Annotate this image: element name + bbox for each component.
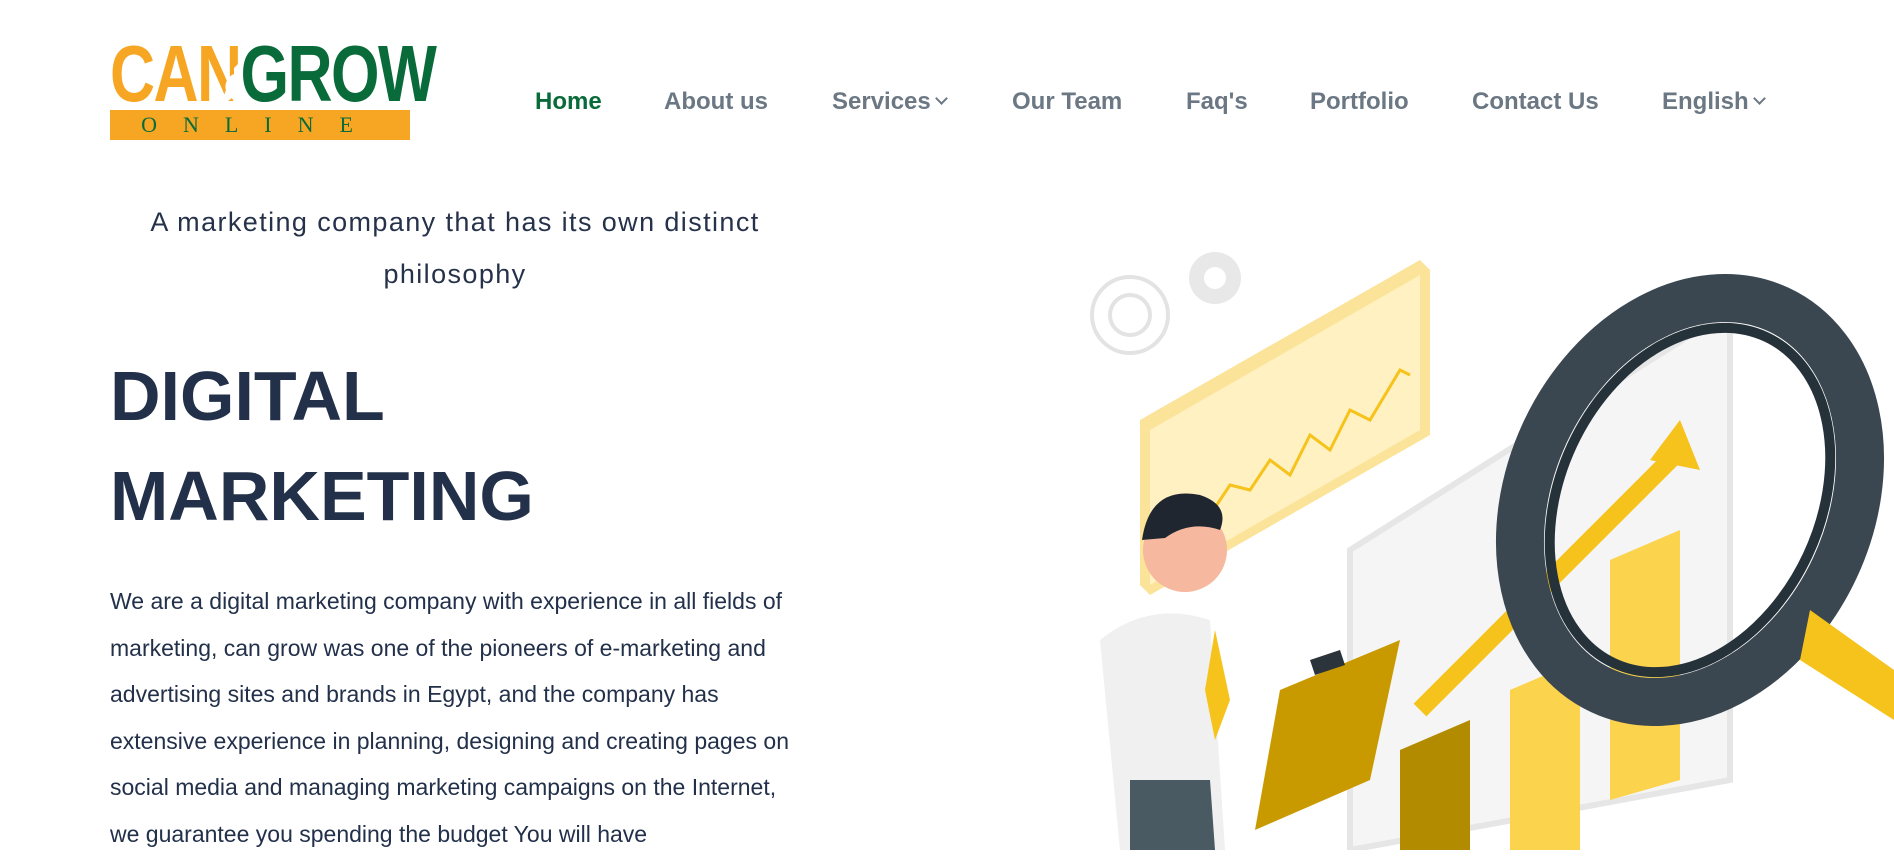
- hero-tagline: A marketing company that has its own dis…: [150, 207, 760, 289]
- gear-icon: [1189, 252, 1241, 304]
- nav-portfolio[interactable]: Portfolio: [1310, 88, 1409, 116]
- nav-about[interactable]: About us: [664, 88, 768, 116]
- headline-line-2: MARKETING: [110, 457, 534, 535]
- nav-home[interactable]: Home: [535, 88, 602, 116]
- hero-description: We are a digital marketing company with …: [110, 588, 789, 847]
- language-selector[interactable]: English: [1662, 88, 1766, 116]
- nav-team[interactable]: Our Team: [1012, 88, 1122, 116]
- hero-headline: DIGITAL MARKETING: [110, 346, 534, 546]
- marketing-illustration: [1090, 252, 1894, 850]
- nav-faq[interactable]: Faq's: [1186, 88, 1248, 116]
- nav-services[interactable]: Services: [832, 88, 948, 116]
- headline-line-1: DIGITAL: [110, 357, 385, 435]
- chevron-down-icon: [934, 92, 948, 105]
- main-nav: Home About us Services Our Team Faq's Po…: [0, 88, 1894, 124]
- gear-icon: [1090, 275, 1170, 355]
- nav-contact[interactable]: Contact Us: [1472, 88, 1599, 116]
- nav-services-label: Services: [832, 88, 931, 115]
- language-label: English: [1662, 88, 1749, 115]
- chevron-down-icon: [1752, 92, 1766, 105]
